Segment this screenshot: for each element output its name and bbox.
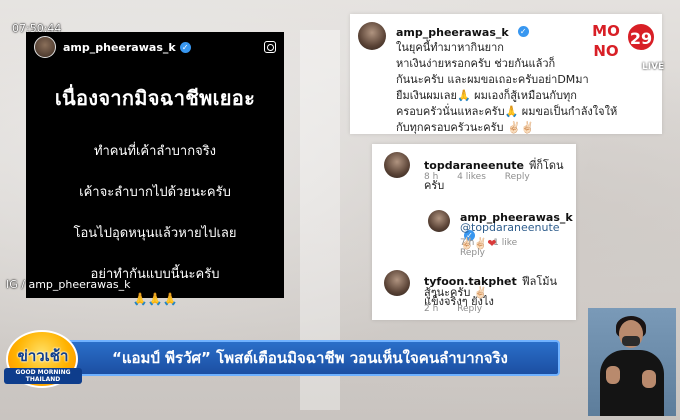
caption-line: ครอบครัวนั่นแหละครับ🙏 ผมขอเป็นกำลังใจให้: [396, 105, 618, 118]
comment-time: 8 h: [424, 172, 439, 182]
avatar[interactable]: [358, 22, 386, 50]
headline: “แอมป์ พีรวัศ” โพสต์เตือนมิจฉาชีพ วอนเห็…: [60, 340, 560, 376]
comment-meta: 7 h 1 like Reply: [460, 238, 576, 258]
avatar[interactable]: [428, 210, 450, 232]
source-credit: IG / amp_pheerawas_k: [6, 278, 131, 291]
channel-logo: MO NO 29 LIVE: [588, 20, 668, 72]
caption-line: ยืมเงินผมเลย🙏 ผมเองก็สู้เหมือนกับทุก: [396, 89, 577, 102]
show-logo: ข่าวเช้า GOOD MORNING THAILAND: [2, 330, 84, 392]
post-username[interactable]: amp_pheerawas_k: [63, 41, 176, 54]
avatar[interactable]: [384, 152, 410, 178]
post-title: เนื่องจากมิจฉาชีพเยอะ: [54, 86, 256, 110]
post-line: โอนไปอุดหนุนแล้วหายไปเลย: [73, 226, 237, 241]
logo-number: 29: [626, 22, 656, 52]
comment-likes[interactable]: 1 like: [493, 238, 517, 248]
caption-username[interactable]: amp_pheerawas_k: [396, 26, 509, 39]
comment-meta: 8 h 4 likes Reply: [424, 172, 546, 182]
praying-hands-icon: 🙏🙏🙏: [132, 292, 178, 306]
avatar[interactable]: [34, 36, 56, 58]
verified-badge-icon: ✓: [179, 41, 191, 53]
post-line: เค้าจะลำบากไปด้วยนะครับ: [79, 185, 231, 200]
live-indicator: LIVE: [642, 62, 665, 72]
interpreter-mask: [622, 336, 640, 346]
instagram-icon: [264, 41, 276, 53]
comment-username[interactable]: topdaraneenute: [424, 159, 524, 172]
reply-button[interactable]: Reply: [460, 248, 485, 258]
reply-button[interactable]: Reply: [505, 172, 530, 182]
logo-mo: MO: [588, 22, 624, 40]
comment-time: 2 h: [424, 304, 439, 314]
interpreter-hand: [642, 370, 656, 388]
ig-post-header: amp_pheerawas_k ✓: [26, 32, 284, 62]
interpreter-hand: [606, 366, 620, 384]
comment-likes[interactable]: 4 likes: [457, 172, 486, 182]
verified-badge-icon: ✓: [517, 26, 529, 37]
post-line: ทำคนที่เค้าลำบากจริง: [93, 144, 217, 159]
comment-text: สู้ๆนะครับ ✌🏻: [424, 286, 488, 299]
comments-card: topdaraneenute พี่ก็โดนครับ 8 h 4 likes …: [372, 144, 576, 320]
lower-third: “แอมป์ พีรวัศ” โพสต์เตือนมิจฉาชีพ วอนเห็…: [0, 330, 680, 388]
logo-no: NO: [588, 42, 624, 60]
show-name: ข่าวเช้า: [17, 347, 69, 365]
comment-meta: 2 h Reply: [424, 304, 498, 314]
caption-line: กับทุกครอบครัวนะครับ ✌🏻✌🏻: [396, 121, 535, 134]
sign-language-interpreter: [588, 308, 676, 416]
reply-button[interactable]: Reply: [457, 304, 482, 314]
mention-link[interactable]: @topdaraneenute: [460, 221, 560, 234]
instagram-post: amp_pheerawas_k ✓ เนื่องจากมิจฉาชีพเยอะ …: [26, 32, 284, 306]
caption-line: กันนะครับ และผมขอเถอะครับอย่าDMมา: [396, 73, 589, 86]
show-subtitle: GOOD MORNING THAILAND: [4, 368, 82, 384]
avatar[interactable]: [384, 270, 410, 296]
comment-time: 7 h: [460, 238, 475, 248]
